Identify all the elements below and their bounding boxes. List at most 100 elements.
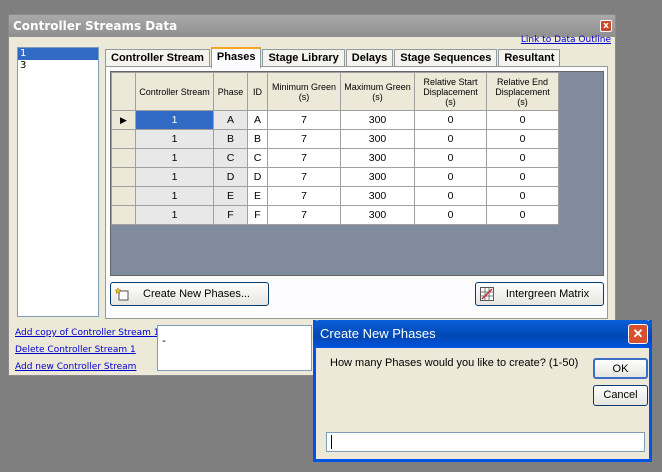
matrix-icon (480, 287, 494, 301)
tab-stage-sequences[interactable]: Stage Sequences (394, 49, 498, 67)
column-header-controller-stream[interactable]: Controller Stream (135, 72, 214, 111)
table-cell[interactable]: 300 (340, 148, 415, 168)
dialog-prompt: How many Phases would you like to create… (330, 357, 579, 369)
table-row[interactable]: ▶ 1 A A 7 300 0 0 (111, 110, 559, 130)
intergreen-matrix-label: Intergreen Matrix (505, 288, 590, 300)
table-row[interactable]: 1 D D 7 300 0 0 (111, 167, 559, 187)
table-cell[interactable]: 0 (486, 205, 559, 225)
text-caret (331, 435, 332, 449)
tab-phases[interactable]: Phases (210, 47, 262, 68)
table-cell[interactable]: 0 (414, 148, 487, 168)
tab-strip: Controller Stream Phases Stage Library Dela… (105, 47, 561, 68)
column-header-phase[interactable]: Phase (213, 72, 248, 111)
table-row[interactable]: 1 F F 7 300 0 0 (111, 205, 559, 225)
controller-stream-list[interactable]: 1 3 (17, 47, 99, 317)
dialog-title: Create New Phases (320, 326, 436, 341)
row-header[interactable] (111, 129, 136, 149)
window-title: Controller Streams Data (13, 19, 178, 33)
table-cell[interactable]: 1 (135, 167, 214, 187)
table-cell[interactable]: 300 (340, 205, 415, 225)
tab-resultant[interactable]: Resultant (498, 49, 561, 67)
tab-stage-library[interactable]: Stage Library (262, 49, 345, 67)
table-cell[interactable]: 1 (135, 186, 214, 206)
add-new-stream-link[interactable]: Add new Controller Stream (15, 359, 155, 376)
table-cell[interactable]: D (213, 167, 248, 187)
table-cell[interactable]: A (247, 110, 268, 130)
table-cell[interactable]: 7 (267, 129, 341, 149)
phases-tab-panel: Controller Stream Phase ID Minimum Green… (105, 66, 608, 319)
column-header-relative-start[interactable]: Relative Start Displacement (s) (414, 72, 487, 111)
table-cell[interactable]: 7 (267, 186, 341, 206)
row-header[interactable] (111, 205, 136, 225)
table-cell[interactable]: 0 (486, 167, 559, 187)
delete-stream-link[interactable]: Delete Controller Stream 1 (15, 342, 155, 359)
table-row[interactable]: 1 B B 7 300 0 0 (111, 129, 559, 149)
table-cell[interactable]: B (247, 129, 268, 149)
table-cell[interactable]: 300 (340, 110, 415, 130)
row-header[interactable] (111, 148, 136, 168)
table-cell[interactable]: C (213, 148, 248, 168)
table-cell[interactable]: 0 (486, 129, 559, 149)
table-cell[interactable]: 1 (135, 110, 214, 130)
table-cell[interactable]: 1 (135, 129, 214, 149)
stream-actions: Add copy of Controller Stream 1 Delete C… (15, 325, 159, 376)
add-copy-stream-link[interactable]: Add copy of Controller Stream 1 (15, 325, 159, 342)
cancel-button[interactable]: Cancel (593, 385, 648, 406)
table-cell[interactable]: 300 (340, 167, 415, 187)
column-header-maximum-green[interactable]: Maximum Green (s) (340, 72, 415, 111)
link-to-data-outline[interactable]: Link to Data Outline (521, 35, 611, 45)
table-cell[interactable]: 0 (414, 186, 487, 206)
column-header-minimum-green[interactable]: Minimum Green (s) (267, 72, 341, 111)
table-cell[interactable]: 1 (135, 148, 214, 168)
table-header-row: Controller Stream Phase ID Minimum Green… (111, 72, 559, 111)
description-box: - (157, 325, 312, 371)
table-cell[interactable]: C (247, 148, 268, 168)
phases-table: Controller Stream Phase ID Minimum Green… (111, 72, 559, 225)
create-new-phases-label: Create New Phases... (143, 288, 250, 300)
tab-delays[interactable]: Delays (345, 49, 394, 67)
table-cell[interactable]: D (247, 167, 268, 187)
table-cell[interactable]: 0 (414, 167, 487, 187)
create-new-phases-dialog: Create New Phases ✕ How many Phases woul… (313, 320, 652, 462)
row-header-corner (111, 72, 136, 111)
window-titlebar[interactable]: Controller Streams Data x (9, 15, 615, 37)
column-header-relative-end[interactable]: Relative End Displacement (s) (486, 72, 559, 111)
table-cell[interactable]: 0 (414, 129, 487, 149)
table-cell[interactable]: 0 (486, 186, 559, 206)
phases-grid[interactable]: Controller Stream Phase ID Minimum Green… (110, 71, 604, 276)
current-row-indicator[interactable]: ▶ (111, 110, 136, 130)
stream-list-item[interactable]: 3 (18, 60, 98, 72)
column-header-id[interactable]: ID (247, 72, 268, 111)
table-cell[interactable]: 1 (135, 205, 214, 225)
new-phase-icon (115, 287, 129, 301)
ok-button[interactable]: OK (593, 358, 648, 379)
table-cell[interactable]: 7 (267, 205, 341, 225)
table-cell[interactable]: 300 (340, 186, 415, 206)
intergreen-matrix-button[interactable]: Intergreen Matrix (475, 282, 604, 306)
stream-list-item[interactable]: 1 (18, 48, 98, 60)
create-new-phases-button[interactable]: Create New Phases... (110, 282, 269, 306)
table-cell[interactable]: 300 (340, 129, 415, 149)
table-row[interactable]: 1 C C 7 300 0 0 (111, 148, 559, 168)
table-cell[interactable]: F (213, 205, 248, 225)
phase-count-input[interactable] (326, 432, 645, 452)
tab-controller-stream[interactable]: Controller Stream (105, 49, 210, 67)
table-cell[interactable]: 0 (414, 205, 487, 225)
table-cell[interactable]: 0 (414, 110, 487, 130)
row-header[interactable] (111, 186, 136, 206)
table-cell[interactable]: 7 (267, 110, 341, 130)
table-row[interactable]: 1 E E 7 300 0 0 (111, 186, 559, 206)
table-cell[interactable]: 7 (267, 148, 341, 168)
close-icon[interactable]: x (600, 20, 612, 32)
table-cell[interactable]: 0 (486, 110, 559, 130)
table-cell[interactable]: B (213, 129, 248, 149)
table-cell[interactable]: E (213, 186, 248, 206)
table-cell[interactable]: 7 (267, 167, 341, 187)
dialog-titlebar[interactable]: Create New Phases ✕ (313, 320, 652, 348)
close-icon[interactable]: ✕ (628, 324, 648, 344)
table-cell[interactable]: E (247, 186, 268, 206)
table-cell[interactable]: A (213, 110, 248, 130)
table-cell[interactable]: 0 (486, 148, 559, 168)
table-cell[interactable]: F (247, 205, 268, 225)
row-header[interactable] (111, 167, 136, 187)
